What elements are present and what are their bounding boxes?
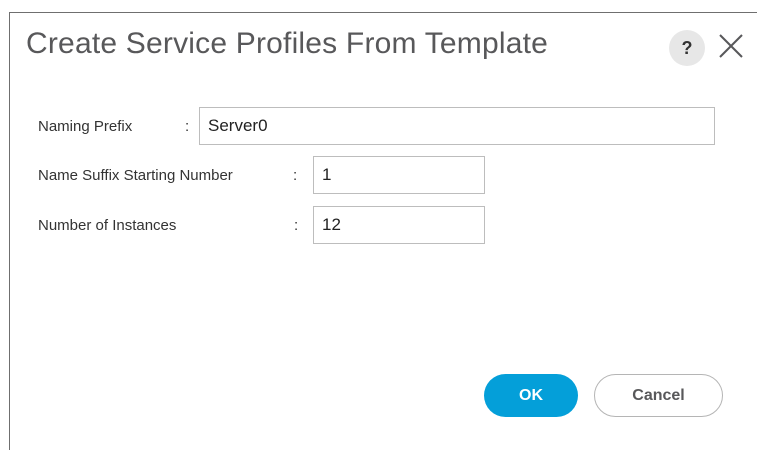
name-suffix-start-colon: : — [293, 167, 298, 184]
help-icon[interactable]: ? — [669, 30, 705, 66]
dialog-title: Create Service Profiles From Template — [26, 27, 549, 60]
naming-prefix-input[interactable] — [199, 107, 715, 145]
name-suffix-start-label: Name Suffix Starting Number — [38, 167, 233, 184]
number-of-instances-colon: : — [294, 217, 299, 234]
naming-prefix-colon: : — [185, 118, 190, 135]
create-service-profiles-dialog: Create Service Profiles From Template ? … — [0, 0, 757, 450]
number-of-instances-label: Number of Instances — [38, 217, 177, 234]
dialog-border-left — [9, 12, 10, 450]
number-of-instances-input[interactable] — [313, 206, 485, 244]
close-icon[interactable] — [716, 31, 746, 61]
naming-prefix-label: Naming Prefix — [38, 118, 133, 135]
name-suffix-start-input[interactable] — [313, 156, 485, 194]
dialog-border-top — [9, 12, 757, 13]
cancel-button[interactable]: Cancel — [594, 374, 723, 417]
ok-button[interactable]: OK — [484, 374, 578, 417]
